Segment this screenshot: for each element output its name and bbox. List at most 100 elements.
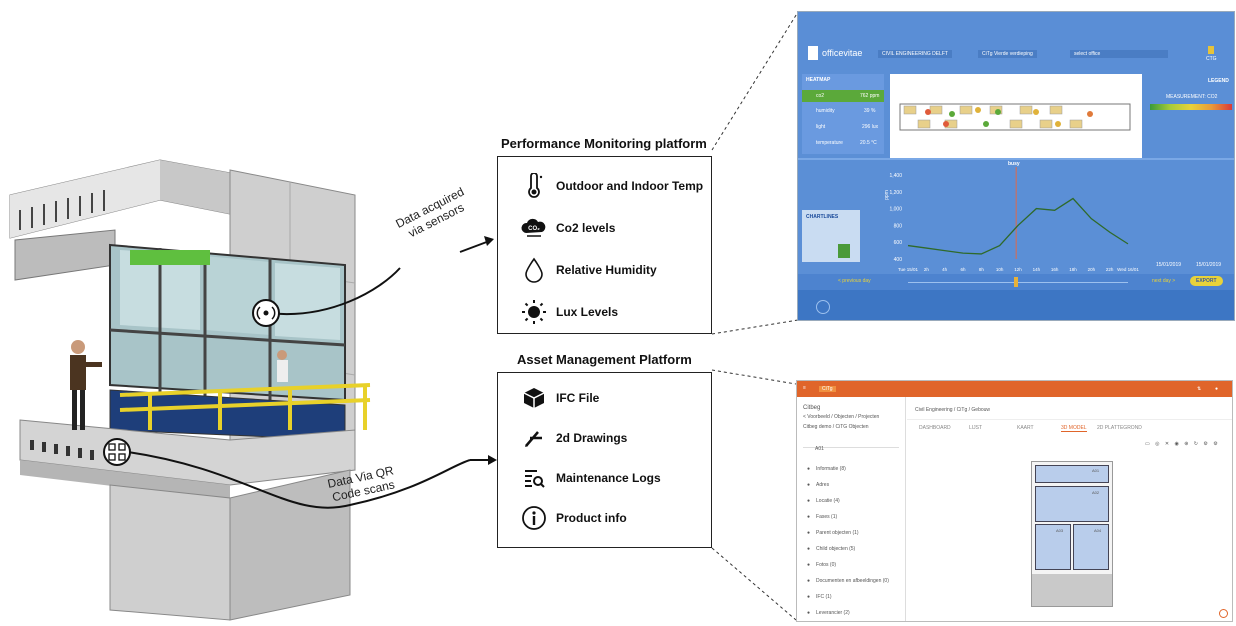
x-tick-label: 8h xyxy=(979,267,985,272)
heatmap-row-co2-value: 762 ppm xyxy=(860,93,880,99)
header-tab[interactable]: CiTg xyxy=(819,386,836,392)
menu-icon[interactable]: ≡ xyxy=(803,385,806,391)
asset-menu-item[interactable]: ● Leverancier (2) xyxy=(807,601,850,619)
user-icon[interactable] xyxy=(1208,46,1214,54)
item-ifc-label: IFC File xyxy=(556,391,600,405)
heatmap-row-temperature-name[interactable]: temperature xyxy=(816,140,843,146)
previous-day-button[interactable]: < previous day xyxy=(838,278,871,284)
asset-tab[interactable]: KAART xyxy=(1017,425,1034,431)
menu-item-label: Child objecten (5) xyxy=(816,546,856,552)
chartlines-title: CHARTLINES xyxy=(806,214,839,220)
legend-gradient xyxy=(1150,104,1232,110)
item-logs-label: Maintenance Logs xyxy=(556,471,661,485)
officevitae-screenshot: officevitae CIVIL ENGINEERING DELFT CiTg… xyxy=(797,11,1235,321)
menu-item-label: IFC (1) xyxy=(816,594,832,600)
office-select[interactable]: select office xyxy=(1070,50,1168,58)
next-day-button[interactable]: next day > xyxy=(1152,278,1175,284)
heatmap-row-light-value: 296 lux xyxy=(862,124,879,130)
thermometer-icon xyxy=(520,172,548,200)
co2-cloud-icon: CO₂ xyxy=(520,214,548,242)
model-base xyxy=(1032,574,1112,606)
user-icon[interactable]: ● xyxy=(1215,386,1218,392)
x-tick-label: 10h xyxy=(996,267,1004,272)
item-temperature-label: Outdoor and Indoor Temp xyxy=(556,179,704,193)
room-a04[interactable] xyxy=(1073,524,1109,570)
menu-item-icon: ● xyxy=(807,546,811,552)
item-drawings: 2d Drawings xyxy=(498,423,627,453)
breadcrumb: Civil Engineering / CiTg / Gebouw xyxy=(915,407,991,413)
building-model[interactable]: A01 A02 A03 A04 xyxy=(1031,461,1113,607)
x-tick-label: 2h xyxy=(924,267,930,272)
room-a03[interactable] xyxy=(1035,524,1071,570)
svg-text:CO₂: CO₂ xyxy=(528,226,540,232)
y-tick-label: 600 xyxy=(894,240,903,246)
heatmap-row-humidity-name[interactable]: humidity xyxy=(816,108,835,114)
menu-item-icon: ● xyxy=(807,578,811,584)
floor-select[interactable]: CiTg Vierde verdieping xyxy=(978,50,1037,58)
officevitae-logo-icon xyxy=(808,46,818,60)
chartlines-co2-toggle[interactable] xyxy=(838,244,850,258)
asset-box: IFC File 2d Drawings Maintenance Logs Pr… xyxy=(497,372,712,548)
timeline-slider[interactable] xyxy=(908,282,1128,283)
legend-measurement: MEASUREMENT: CO2 xyxy=(1166,94,1218,100)
menu-item-icon: ● xyxy=(807,530,811,536)
heatmap-row-humidity-value: 39 % xyxy=(864,108,876,114)
x-tick-label: 14h xyxy=(1033,267,1041,272)
heatmap-row-co2-name: co2 xyxy=(816,93,825,99)
y-tick-label: 800 xyxy=(894,223,903,229)
menu-item-icon: ● xyxy=(807,482,811,488)
drawing-icon xyxy=(520,424,548,452)
item-logs: Maintenance Logs xyxy=(498,463,661,493)
asset-title: Asset Management Platform xyxy=(517,352,692,367)
sidebar-node[interactable]: A01 xyxy=(803,437,899,452)
item-ifc: IFC File xyxy=(498,383,599,413)
log-search-icon xyxy=(520,464,548,492)
x-tick-label: 6h xyxy=(960,267,966,272)
building-select[interactable]: CIVIL ENGINEERING DELFT xyxy=(878,50,952,58)
x-tick-label: 16h xyxy=(1051,267,1059,272)
header-action-icon[interactable]: ⇅ xyxy=(1197,386,1201,392)
room-a04-label: A04 xyxy=(1094,528,1102,533)
asset-tab[interactable]: 3D MODEL xyxy=(1061,425,1087,432)
user-label: CTG xyxy=(1206,56,1217,62)
y-tick-label: 400 xyxy=(894,257,903,263)
floorplan[interactable] xyxy=(890,74,1142,158)
sidebar-path[interactable]: < Voorbeeld / Objecten / Projecten xyxy=(803,414,879,420)
item-co2-label: Co2 levels xyxy=(556,221,616,235)
sun-icon xyxy=(520,298,548,326)
performance-title: Performance Monitoring platform xyxy=(501,136,707,151)
x-tick-label: 20h xyxy=(1088,267,1096,272)
menu-item-icon: ● xyxy=(807,610,811,616)
toolbar-icons[interactable]: ▭ ◎ ✕ ◉ ⊕ ↻ ⚙ ⚙ xyxy=(1145,441,1220,447)
menu-item-label: Parent objecten (1) xyxy=(816,530,859,536)
item-temperature: Outdoor and Indoor Temp xyxy=(498,171,703,201)
export-button[interactable]: EXPORT xyxy=(1190,276,1223,286)
y-tick-label: 1,200 xyxy=(889,190,902,196)
room-a02-label: A02 xyxy=(1092,490,1100,495)
help-icon[interactable] xyxy=(1219,609,1228,618)
x-tick-label: 18h xyxy=(1069,267,1077,272)
timeline-handle[interactable] xyxy=(1014,277,1018,287)
x-tick-label: Tue 15/01 xyxy=(898,267,919,272)
item-lux: Lux Levels xyxy=(498,297,618,327)
menu-item-label: Fotos (0) xyxy=(816,562,837,568)
x-tick-label: 22h xyxy=(1106,267,1114,272)
menu-item-label: Documenten en afbeeldingen (0) xyxy=(816,578,889,584)
asset-tab[interactable]: DASHBOARD xyxy=(919,425,951,431)
asset-tab[interactable]: LIJST xyxy=(969,425,982,431)
officevitae-logo: officevitae xyxy=(822,48,863,58)
co2-line-chart: 1,400 1,200 1,000 800 600 400 Tue 15/01 2h 4h 6h 8… xyxy=(889,167,1139,272)
menu-item-icon: ● xyxy=(807,466,811,472)
room-a01-label: A01 xyxy=(1092,468,1100,473)
date-to: 15/01/2019 xyxy=(1196,262,1222,268)
heatmap-title: HEATMAP xyxy=(806,77,831,83)
cube-icon xyxy=(520,384,548,412)
menu-item-icon: ● xyxy=(807,514,811,520)
menu-item-icon: ● xyxy=(807,498,811,504)
asset-tab[interactable]: 2D PLATTEGROND xyxy=(1097,425,1142,431)
heatmap-row-light-name[interactable]: light xyxy=(816,124,825,130)
info-icon xyxy=(520,504,548,532)
y-tick-label: 1,400 xyxy=(889,173,902,179)
item-product-label: Product info xyxy=(556,511,627,525)
date-from: 15/01/2019 xyxy=(1156,262,1182,268)
